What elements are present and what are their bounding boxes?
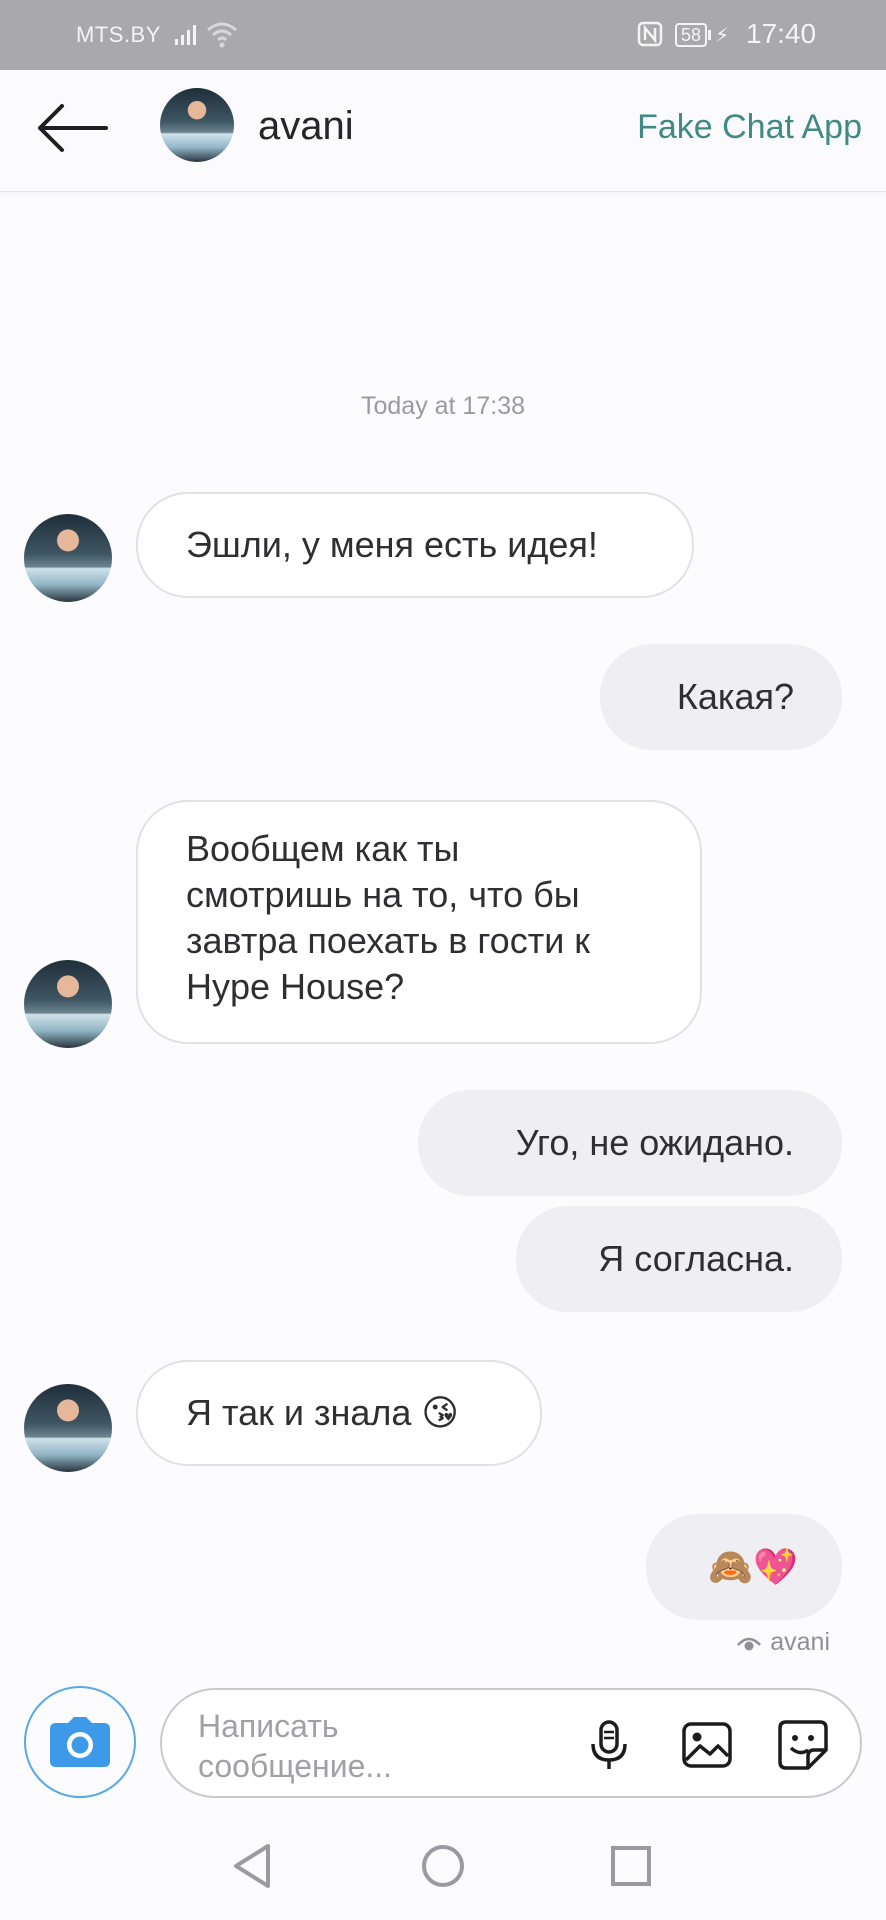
- message-text: Эшли, у меня есть идея!: [186, 524, 598, 565]
- message-composer: [0, 1680, 886, 1800]
- carrier-label: MTS.BY: [76, 22, 161, 47]
- message-avatar[interactable]: [24, 960, 112, 1048]
- message-text: 🙈💖: [708, 1546, 798, 1587]
- incoming-message[interactable]: Я так и знала 😘: [136, 1360, 542, 1466]
- triangle-back-icon[interactable]: [224, 1838, 280, 1894]
- camera-button[interactable]: [24, 1686, 136, 1798]
- message-text: Какая?: [676, 676, 794, 717]
- seen-by-label: avani: [770, 1628, 830, 1656]
- chat-timestamp: Today at 17:38: [360, 392, 525, 420]
- app-title: Fake Chat App: [637, 108, 862, 146]
- message-line: смотришь на то, что бы: [186, 874, 580, 915]
- message-line: Вообщем как ты: [186, 828, 460, 869]
- message-input[interactable]: [198, 1706, 558, 1786]
- outgoing-message[interactable]: Я согласна.: [516, 1206, 842, 1312]
- message-line: Hype House?: [186, 966, 405, 1007]
- microphone-icon[interactable]: [582, 1718, 636, 1772]
- wifi-icon: [207, 22, 237, 48]
- outgoing-message[interactable]: Уго, не ожидано.: [418, 1090, 842, 1196]
- contact-name[interactable]: avani: [258, 104, 354, 149]
- message-text: Уго, не ожидано.: [515, 1122, 794, 1163]
- image-icon[interactable]: [680, 1718, 734, 1772]
- charging-icon: ⚡: [715, 24, 730, 47]
- chat-header: avani Fake Chat App: [0, 70, 886, 192]
- eye-icon: [737, 1637, 762, 1650]
- message-input-container: [160, 1688, 862, 1798]
- outgoing-message[interactable]: Какая?: [600, 644, 842, 750]
- status-bar: MTS.BY 58 ⚡ 17:40: [0, 0, 886, 70]
- outgoing-message[interactable]: 🙈💖: [646, 1514, 842, 1620]
- message-line: завтра поехать в гости к: [186, 920, 591, 961]
- battery-indicator: 58 ⚡: [675, 22, 729, 48]
- contact-avatar[interactable]: [160, 88, 234, 162]
- message-avatar[interactable]: [24, 1384, 112, 1472]
- nfc-icon: [637, 21, 663, 47]
- square-recent-icon[interactable]: [603, 1838, 659, 1894]
- message-text: Я согласна.: [598, 1238, 794, 1279]
- incoming-message[interactable]: Эшли, у меня есть идея!: [136, 492, 694, 598]
- incoming-message[interactable]: Вообщем как ты смотришь на то, что бы за…: [136, 800, 702, 1044]
- sticker-icon[interactable]: [776, 1718, 830, 1772]
- message-text: Я так и знала 😘: [186, 1392, 459, 1433]
- system-navigation-bar: [0, 1810, 886, 1920]
- signal-icon: [175, 25, 196, 45]
- status-time: 17:40: [746, 18, 817, 49]
- arrow-left-icon[interactable]: [36, 102, 110, 154]
- seen-indicator: avani: [736, 1628, 830, 1657]
- message-avatar[interactable]: [24, 514, 112, 602]
- camera-icon: [50, 1717, 110, 1767]
- battery-level: 58: [681, 25, 702, 45]
- circle-home-icon[interactable]: [415, 1838, 471, 1894]
